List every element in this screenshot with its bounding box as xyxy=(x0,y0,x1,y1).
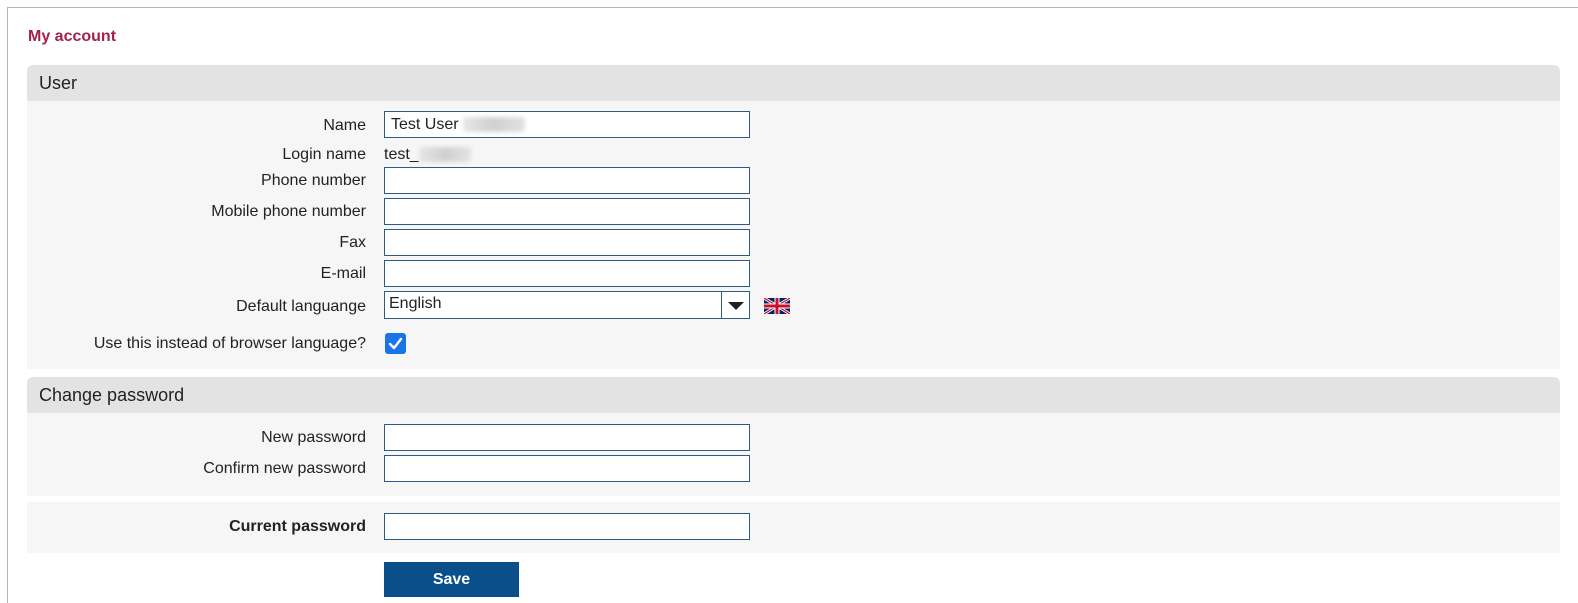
name-field[interactable]: Test User xyxy=(384,111,750,138)
new-password-field[interactable] xyxy=(384,424,750,451)
mobile-phone-field[interactable] xyxy=(384,198,750,225)
checkmark-icon xyxy=(388,337,403,350)
uk-flag-icon xyxy=(764,298,790,314)
default-language-select[interactable]: English xyxy=(384,291,750,319)
current-password-label: Current password xyxy=(229,518,366,535)
page-title: My account xyxy=(28,28,117,45)
fax-label: Fax xyxy=(339,234,366,251)
password-section-header: Change password xyxy=(27,377,1560,413)
chevron-down-icon[interactable] xyxy=(721,292,749,318)
new-password-label: New password xyxy=(261,429,366,446)
save-button[interactable]: Save xyxy=(384,562,519,597)
email-field[interactable] xyxy=(384,260,750,287)
default-language-value: English xyxy=(389,295,442,312)
password-section-body xyxy=(27,413,1560,496)
default-language-label: Default languange xyxy=(236,298,366,315)
mobile-phone-label: Mobile phone number xyxy=(211,203,366,220)
phone-number-label: Phone number xyxy=(261,172,366,189)
fax-field[interactable] xyxy=(384,229,750,256)
browser-language-checkbox[interactable] xyxy=(385,333,406,354)
login-name-label: Login name xyxy=(282,146,366,163)
login-name-value: test_ xyxy=(384,145,471,165)
browser-language-label: Use this instead of browser language? xyxy=(93,335,366,352)
name-label: Name xyxy=(323,117,366,134)
redacted-text xyxy=(462,117,525,132)
current-password-field[interactable] xyxy=(384,513,750,540)
confirm-password-field[interactable] xyxy=(384,455,750,482)
email-label: E-mail xyxy=(320,265,366,282)
redacted-text xyxy=(418,147,471,163)
user-section-body xyxy=(27,101,1560,369)
name-field-value: Test User xyxy=(391,115,459,133)
phone-number-field[interactable] xyxy=(384,167,750,194)
confirm-password-label: Confirm new password xyxy=(203,460,366,477)
user-section-header: User xyxy=(27,65,1560,101)
